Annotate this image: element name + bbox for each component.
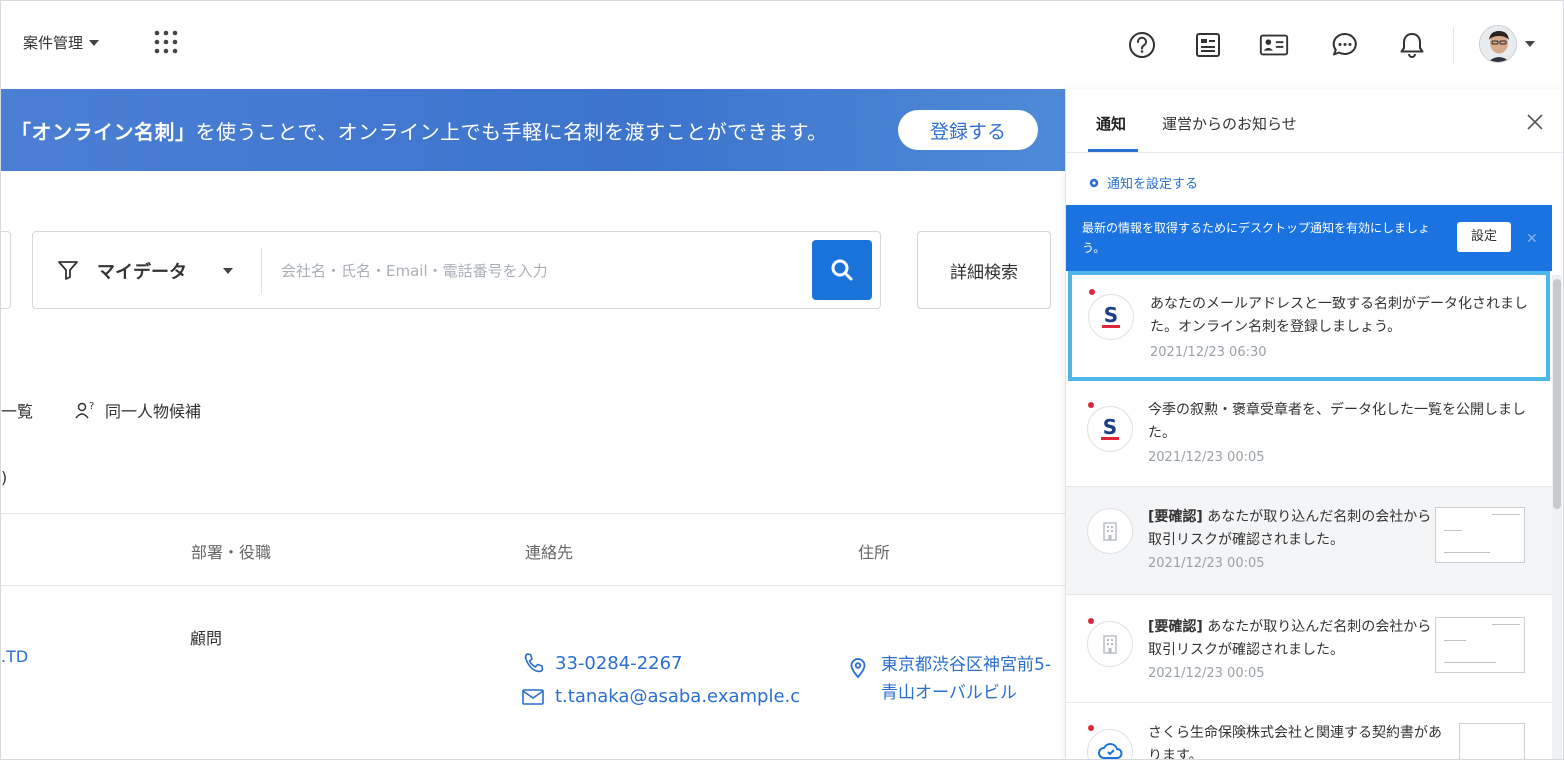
tab-announcements[interactable]: 運営からのお知らせ: [1162, 113, 1297, 134]
active-tab-indicator: [1088, 149, 1138, 152]
chevron-down-icon: [89, 39, 100, 46]
desktop-notification-text: 最新の情報を取得するためにデスクトップ通知を有効にしましょう。: [1082, 221, 1431, 255]
duplicate-candidates-link[interactable]: ? 同一人物候補: [75, 398, 201, 422]
search-icon: [831, 259, 853, 281]
panel-scrollbar[interactable]: [1552, 275, 1562, 759]
confirm-tag: [要確認]: [1148, 509, 1203, 525]
close-icon[interactable]: [1524, 111, 1546, 133]
help-icon[interactable]: [1126, 29, 1158, 61]
chat-icon[interactable]: [1329, 29, 1361, 61]
table-divider: [1, 513, 1065, 514]
unread-indicator: [1089, 289, 1095, 295]
header-divider: [1453, 27, 1454, 63]
scrollbar-thumb[interactable]: [1553, 279, 1561, 509]
company-link[interactable]: .TD: [1, 647, 28, 666]
top-header: 案件管理: [1, 1, 1563, 89]
notification-item[interactable]: [要確認] あなたが取り込んだ名刺の会社から取引リスクが確認されました。 202…: [1066, 595, 1552, 703]
online-card-banner: 「オンライン名刺」を使うことで、オンライン上でも手軽に名刺を渡すことができます。…: [1, 89, 1065, 171]
desktop-notification-bar: 最新の情報を取得するためにデスクトップ通知を有効にしましょう。 設定 ✕: [1066, 205, 1552, 271]
search-separator: [261, 248, 262, 294]
email-address: t.tanaka@asaba.example.c: [555, 686, 801, 707]
user-menu[interactable]: [1479, 25, 1535, 63]
chevron-down-icon: [223, 268, 233, 274]
search-input[interactable]: [281, 256, 801, 286]
contract-cloud-icon: [1087, 729, 1133, 759]
location-pin-icon: [850, 658, 866, 679]
svg-text:?: ?: [89, 401, 94, 412]
phone-link[interactable]: 33-0284-2267: [521, 651, 683, 675]
panel-tabs: 通知 運営からのお知らせ: [1066, 89, 1563, 153]
document-thumbnail: [1459, 723, 1525, 759]
notification-settings-label: 通知を設定する: [1107, 177, 1199, 192]
notification-panel: 通知 運営からのお知らせ 通知を設定する 最新の情報を取得するためにデスクトップ…: [1065, 89, 1563, 760]
notification-text: あなたのメールアドレスと一致する名刺がデータ化されました。オンライン名刺を登録し…: [1150, 296, 1528, 335]
phone-icon: [524, 653, 544, 673]
project-menu-label: 案件管理: [23, 34, 84, 52]
phone-number: 33-0284-2267: [555, 652, 683, 674]
person-question-icon: ?: [75, 401, 94, 419]
confirm-tag: [要確認]: [1148, 619, 1203, 635]
notification-text: [要確認] あなたが取り込んだ名刺の会社から取引リスクが確認されました。: [1148, 616, 1433, 662]
search-bar: マイデータ: [32, 231, 881, 309]
column-header-address: 住所: [858, 543, 891, 562]
sansan-logo-icon: S: [1087, 406, 1133, 452]
notification-time: 2021/12/23 06:30: [1150, 345, 1267, 360]
advanced-search-button[interactable]: 詳細検索: [917, 231, 1051, 309]
avatar: [1479, 25, 1517, 63]
column-header-department: 部署・役職: [191, 543, 272, 562]
svg-text:S: S: [1104, 303, 1118, 327]
notification-item[interactable]: S 今季の叙勲・褒章受章者を、データ化した一覧を公開しました。 2021/12/…: [1066, 381, 1552, 487]
building-icon: [1087, 621, 1133, 667]
notification-item[interactable]: [要確認] あなたが取り込んだ名刺の会社から取引リスクが確認されました。 202…: [1066, 487, 1552, 595]
bell-icon[interactable]: [1396, 29, 1428, 61]
banner-text: 「オンライン名刺」を使うことで、オンライン上でも手軽に名刺を渡すことができます。: [11, 116, 828, 145]
notification-item[interactable]: さくら生命保険株式会社と関連する契約書があります。: [1066, 703, 1552, 760]
role-cell: 顧問: [190, 629, 223, 648]
chevron-down-icon: [1525, 41, 1535, 47]
desktop-notification-settings-button[interactable]: 設定: [1457, 222, 1511, 252]
column-header-contact: 連絡先: [525, 543, 574, 562]
building-icon: [1087, 508, 1133, 554]
notification-time: 2021/12/23 00:05: [1148, 556, 1265, 571]
notification-text: 今季の叙勲・褒章受章者を、データ化した一覧を公開しました。: [1148, 402, 1526, 441]
address-line-1: 東京都渋谷区神宮前5-: [881, 655, 1051, 675]
duplicate-candidates-label: 同一人物候補: [105, 402, 202, 421]
address-link[interactable]: 東京都渋谷区神宮前5- 青山オーバルビル: [881, 651, 1051, 707]
unread-indicator: [1088, 402, 1094, 408]
business-card-thumbnail: [1435, 617, 1525, 673]
list-link-label: 一覧: [1, 402, 34, 421]
notification-text: さくら生命保険株式会社と関連する契約書があります。: [1148, 725, 1442, 760]
business-card-thumbnail: [1435, 507, 1525, 563]
close-icon[interactable]: ✕: [1526, 229, 1538, 249]
banner-message: を使うことで、オンライン上でも手軽に名刺を渡すことができます。: [195, 119, 828, 144]
list-card-icon[interactable]: [1192, 29, 1224, 61]
unread-indicator: [1088, 618, 1094, 624]
sansan-logo-icon: S: [1088, 294, 1134, 340]
filter-icon: [58, 261, 78, 280]
project-menu[interactable]: 案件管理: [23, 32, 100, 53]
table-divider: [1, 585, 1065, 586]
svg-text:S: S: [1103, 415, 1117, 439]
address-line-2: 青山オーバルビル: [881, 683, 1017, 703]
list-link[interactable]: 一覧: [1, 398, 33, 422]
app-grid-icon[interactable]: [153, 29, 179, 55]
profile-card-icon[interactable]: [1258, 29, 1290, 61]
email-link[interactable]: t.tanaka@asaba.example.c: [521, 686, 800, 707]
search-button[interactable]: [812, 240, 872, 300]
mail-icon: [522, 688, 544, 705]
count-fragment: ): [1, 468, 8, 487]
data-scope-select[interactable]: マイデータ: [97, 258, 187, 284]
gear-icon: [1089, 178, 1099, 187]
app-window: 案件管理 「オンライン名刺」を使うことで、オンライン上でも手軽に名刺を渡すことが…: [0, 0, 1564, 760]
register-button[interactable]: 登録する: [898, 110, 1038, 150]
notification-item[interactable]: S あなたのメールアドレスと一致する名刺がデータ化されました。オンライン名刺を登…: [1068, 271, 1550, 381]
notification-time: 2021/12/23 00:05: [1148, 450, 1265, 465]
left-filter-stub[interactable]: [1, 231, 11, 309]
unread-indicator: [1088, 725, 1094, 731]
notification-text: [要確認] あなたが取り込んだ名刺の会社から取引リスクが確認されました。: [1148, 506, 1433, 552]
notification-time: 2021/12/23 00:05: [1148, 666, 1265, 681]
notification-settings-link[interactable]: 通知を設定する: [1088, 173, 1198, 192]
tab-notifications[interactable]: 通知: [1096, 113, 1126, 134]
banner-highlight: 「オンライン名刺」: [11, 119, 196, 144]
